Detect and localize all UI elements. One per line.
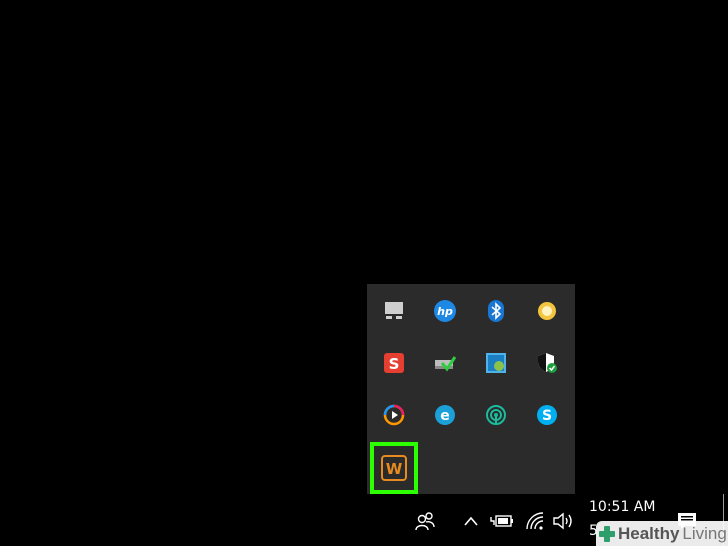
- wifi-icon[interactable]: [524, 510, 546, 532]
- snagit-label: S: [389, 355, 400, 373]
- chevron-up-icon[interactable]: [462, 512, 480, 530]
- plus-icon: [596, 523, 618, 545]
- watermark-text-living: Living: [682, 523, 727, 543]
- hp-label: hp: [437, 305, 453, 318]
- tray-overflow-flyout: hp S e S W: [367, 284, 575, 494]
- windows-security-icon[interactable]: [529, 345, 565, 381]
- snagit-icon[interactable]: S: [376, 345, 412, 381]
- edge-label: e: [440, 408, 450, 424]
- watermark-text-healthy: Healthy: [618, 523, 680, 543]
- edge-legacy-icon[interactable]: e: [427, 397, 463, 433]
- winrar-label: W: [386, 460, 403, 478]
- drive-check-icon[interactable]: [427, 345, 463, 381]
- bluetooth-icon[interactable]: [478, 293, 514, 329]
- media-player-icon[interactable]: [376, 397, 412, 433]
- yellow-network-icon[interactable]: [529, 293, 565, 329]
- windows-update-icon[interactable]: [478, 345, 514, 381]
- wireless-app-icon[interactable]: [478, 397, 514, 433]
- clock-time[interactable]: 10:51 AM: [589, 499, 655, 515]
- winrar-icon[interactable]: W: [370, 442, 418, 494]
- watermark-logo: Healthy Living: [596, 521, 728, 546]
- people-icon[interactable]: [414, 510, 436, 532]
- battery-charging-icon[interactable]: [490, 511, 514, 531]
- skype-label: S: [542, 408, 552, 424]
- skype-icon[interactable]: S: [529, 397, 565, 433]
- volume-icon[interactable]: [552, 510, 576, 532]
- display-device-icon[interactable]: [376, 293, 412, 329]
- hp-icon[interactable]: hp: [427, 293, 463, 329]
